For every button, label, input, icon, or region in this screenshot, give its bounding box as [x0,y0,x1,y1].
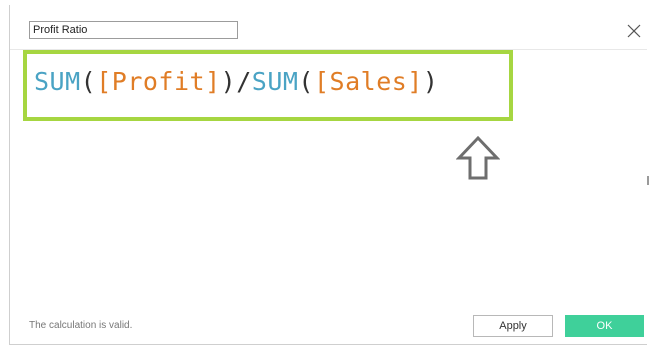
up-arrow-outline-icon [456,135,500,180]
close-paren-2: ) [422,67,439,96]
divide-operator: / [236,67,252,96]
formula-text[interactable]: SUM([Profit])/SUM([Sales]) [34,67,438,97]
dialog-header [10,5,647,50]
validation-status: The calculation is valid. [29,320,133,331]
calculation-name-input[interactable] [29,21,238,39]
ok-button[interactable]: OK [565,315,644,337]
calculation-editor-dialog: SUM([Profit])/SUM([Sales]) The calculati… [9,5,649,345]
field-sales: [Sales] [313,67,423,96]
open-paren-1: ( [80,67,97,96]
function-sum-2: SUM [251,67,299,96]
apply-button[interactable]: Apply [473,315,553,337]
close-icon[interactable] [627,24,641,38]
field-profit: [Profit] [96,67,221,96]
formula-editor[interactable]: SUM([Profit])/SUM([Sales]) [23,50,513,121]
function-sum-1: SUM [34,67,81,96]
close-paren-1: ) [220,67,237,96]
open-paren-2: ( [298,67,314,96]
